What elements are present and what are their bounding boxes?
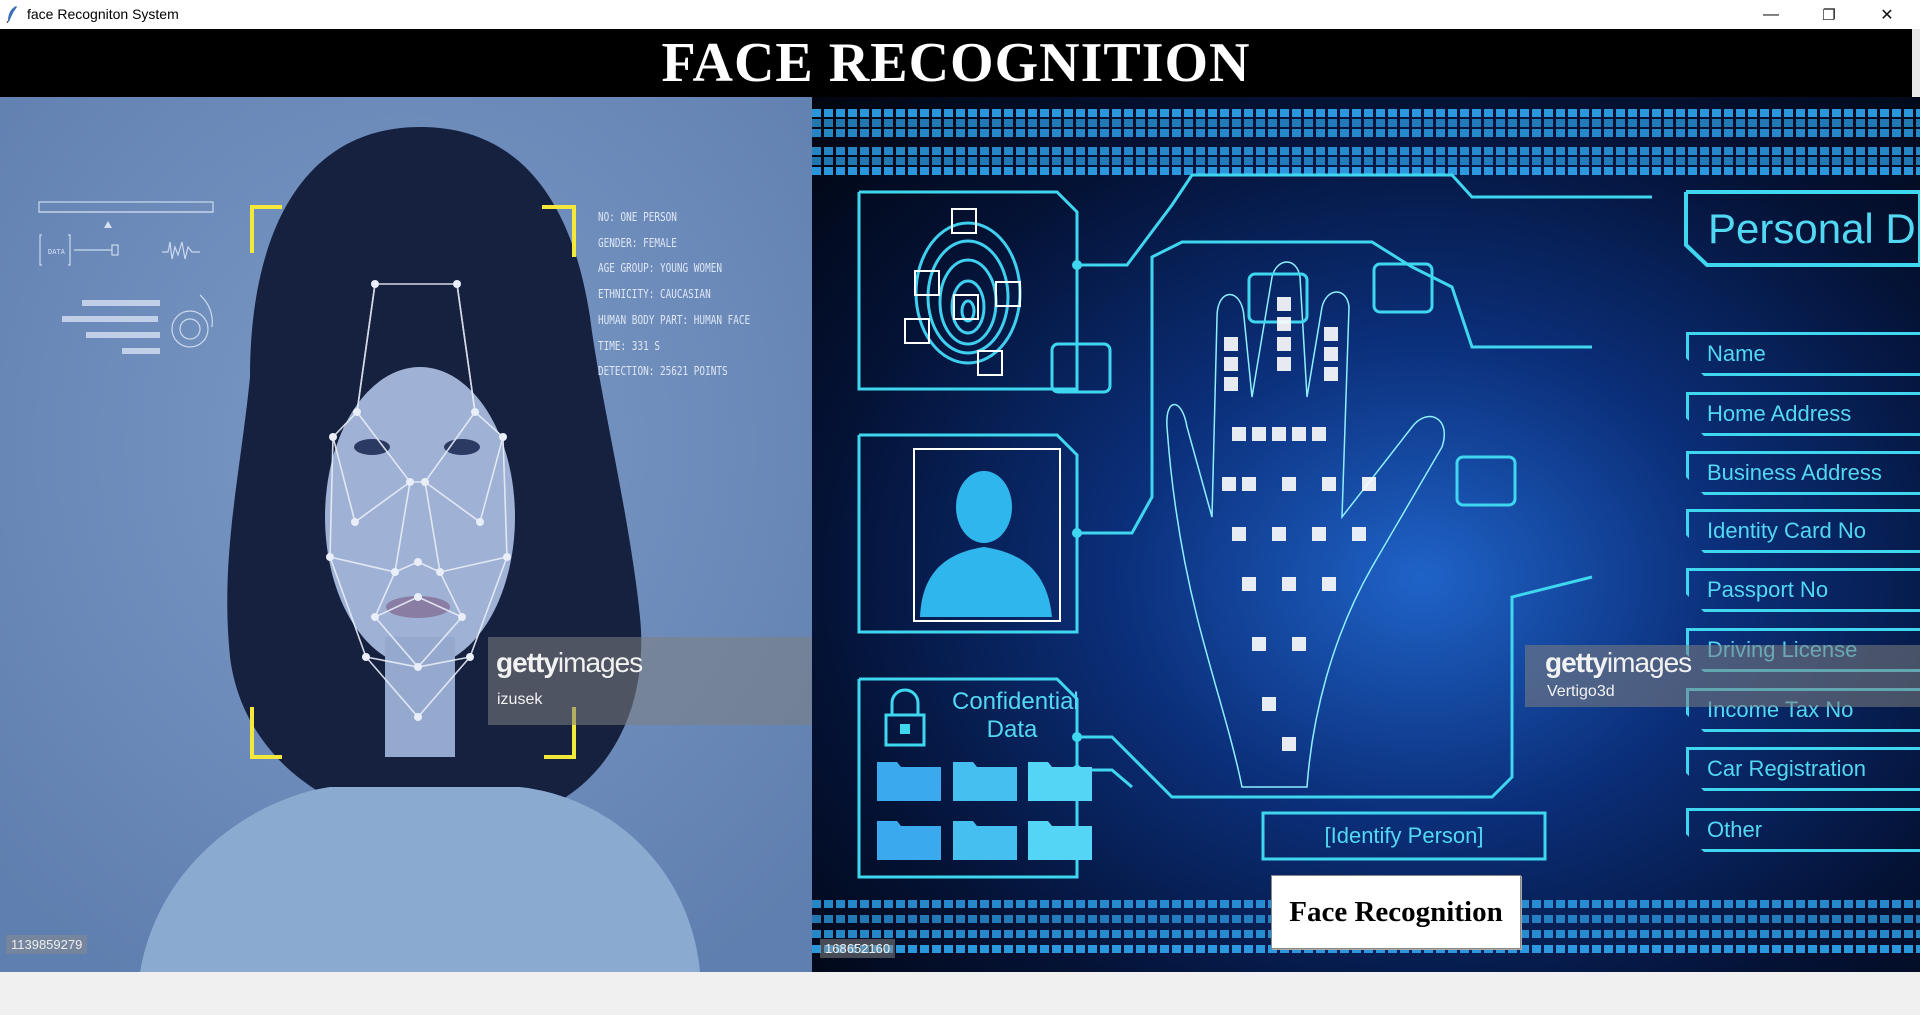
personal-data-item-passport: Passport No bbox=[1686, 568, 1920, 612]
minimize-button[interactable]: — bbox=[1742, 0, 1800, 29]
minimize-icon: — bbox=[1763, 5, 1779, 23]
hud-data-label: DATA bbox=[48, 248, 66, 256]
getty-logo: gettyimages bbox=[496, 647, 643, 678]
getty-watermark: gettyimages izusek bbox=[488, 637, 812, 725]
biometric-scan-image: Confidential Data [Identify Person] Pers… bbox=[812, 97, 1920, 972]
personal-data-item-other: Other bbox=[1686, 808, 1920, 852]
hand-pixels bbox=[1222, 297, 1376, 751]
image-id: 1139859279 bbox=[6, 935, 88, 954]
window-title: face Recogniton System bbox=[27, 6, 179, 22]
restore-icon: ❐ bbox=[1822, 6, 1836, 24]
hud-line: HUMAN BODY PART: HUMAN FACE bbox=[598, 312, 751, 327]
face-mesh-image: DATA NO: ONE PERSON GENDER: FEMALE AGE G… bbox=[0, 97, 812, 972]
app-header: FACE RECOGNITION bbox=[0, 29, 1912, 97]
close-button[interactable]: ✕ bbox=[1858, 0, 1916, 29]
personal-data-item-business-address: Business Address bbox=[1686, 451, 1920, 495]
personal-data-item-car-registration: Car Registration bbox=[1686, 747, 1920, 791]
feather-icon bbox=[6, 6, 17, 23]
confidential-data-label: Confidential Data bbox=[952, 688, 1079, 743]
hud-line: TIME: 331 S bbox=[598, 338, 660, 353]
folder-icons bbox=[877, 762, 1092, 860]
hud-line: DETECTION: 25621 POINTS bbox=[598, 364, 728, 379]
fingerprint-icon bbox=[914, 221, 1022, 365]
hud-line: ETHNICITY: CAUCASIAN bbox=[598, 287, 711, 302]
page-title: FACE RECOGNITION bbox=[661, 32, 1251, 94]
face-recognition-button[interactable]: Face Recognition bbox=[1271, 875, 1521, 949]
personal-data-title: Personal D bbox=[1708, 205, 1916, 252]
maximize-button[interactable]: ❐ bbox=[1800, 0, 1858, 29]
personal-data-item-name: Name bbox=[1686, 332, 1920, 376]
hud-line: NO: ONE PERSON bbox=[598, 210, 677, 224]
close-icon: ✕ bbox=[1880, 6, 1894, 24]
photo-credit: Vertigo3d bbox=[1547, 683, 1615, 700]
personal-data-item-home-address: Home Address bbox=[1686, 392, 1920, 436]
header-edge bbox=[1912, 29, 1920, 97]
getty-watermark: gettyimages Vertigo3d bbox=[1525, 645, 1920, 707]
window-titlebar: face Recogniton System — ❐ ✕ bbox=[0, 0, 1920, 30]
getty-logo: gettyimages bbox=[1545, 647, 1692, 678]
image-id: 168652160 bbox=[820, 939, 896, 958]
detection-info: NO: ONE PERSON GENDER: FEMALE AGE GROUP:… bbox=[598, 205, 750, 385]
personal-data-item-identity-card: Identity Card No bbox=[1686, 509, 1920, 553]
lock-icon bbox=[884, 688, 926, 747]
hud-line: AGE GROUP: YOUNG WOMEN bbox=[598, 261, 722, 276]
hud-line: GENDER: FEMALE bbox=[598, 235, 677, 250]
photo-credit: izusek bbox=[497, 691, 543, 708]
person-silhouette-icon bbox=[913, 448, 1061, 622]
identify-person-label: [Identify Person] bbox=[1324, 823, 1484, 848]
